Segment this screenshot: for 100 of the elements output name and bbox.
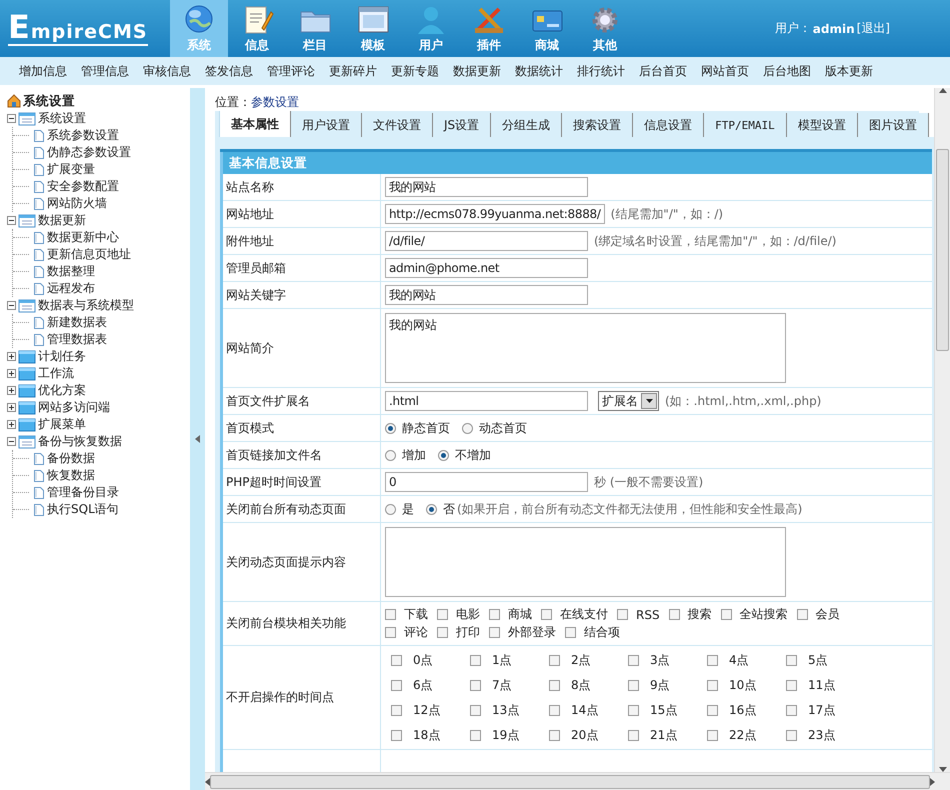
menu-link[interactable]: 数据更新 — [446, 62, 508, 80]
checkbox[interactable] — [549, 680, 560, 690]
checkbox[interactable] — [628, 730, 639, 740]
nav-tab[interactable]: 栏目 — [286, 0, 344, 57]
radio-button[interactable] — [385, 504, 396, 514]
checkbox[interactable] — [628, 704, 639, 716]
checkbox[interactable] — [707, 680, 718, 690]
checkbox[interactable] — [786, 704, 797, 716]
input-field[interactable]: admin@phome.net — [385, 258, 588, 278]
menu-link[interactable]: 后台首页 — [632, 62, 694, 80]
collapse-icon[interactable] — [7, 301, 16, 310]
tree-item[interactable]: 备份与恢复数据 — [38, 433, 122, 450]
tree-item[interactable]: 数据表与系统模型 — [38, 297, 134, 314]
tree-item[interactable]: 伪静态参数设置 — [47, 144, 131, 161]
menu-link[interactable]: 增加信息 — [12, 62, 74, 80]
checkbox[interactable] — [391, 680, 402, 690]
checkbox[interactable] — [707, 730, 718, 740]
tree-item[interactable]: 新建数据表 — [47, 314, 107, 331]
tree-item[interactable]: 远程发布 — [47, 280, 95, 297]
tab[interactable]: 基本属性 — [219, 111, 291, 137]
menu-link[interactable]: 管理信息 — [74, 62, 136, 80]
checkbox[interactable] — [470, 730, 481, 740]
tree-item[interactable]: 网站多访问端 — [38, 399, 110, 416]
input-field[interactable]: 我的网站 — [385, 285, 588, 305]
checkbox[interactable] — [470, 654, 481, 666]
checkbox[interactable] — [437, 609, 448, 620]
checkbox[interactable] — [391, 730, 402, 740]
text-area[interactable]: 我的网站 — [385, 313, 786, 383]
tree-item[interactable]: 系统设置 — [38, 110, 86, 127]
menu-link[interactable]: 审核信息 — [136, 62, 198, 80]
expand-icon[interactable] — [7, 352, 16, 361]
scroll-thumb[interactable] — [936, 149, 949, 351]
text-area[interactable] — [385, 527, 786, 597]
checkbox[interactable] — [786, 730, 797, 740]
nav-tab[interactable]: 其他 — [576, 0, 634, 57]
checkbox[interactable] — [541, 609, 552, 620]
radio-button[interactable] — [462, 422, 473, 434]
input-field[interactable]: 我的网站 — [385, 177, 588, 197]
expand-icon[interactable] — [7, 369, 16, 378]
tree-item[interactable]: 扩展菜单 — [38, 416, 86, 433]
collapse-icon[interactable] — [7, 216, 16, 225]
menu-link[interactable]: 管理评论 — [260, 62, 322, 80]
checkbox[interactable] — [391, 654, 402, 666]
nav-tab[interactable]: 信息 — [228, 0, 286, 57]
expand-icon[interactable] — [7, 403, 16, 412]
collapse-icon[interactable] — [7, 437, 16, 446]
checkbox[interactable] — [385, 627, 396, 638]
checkbox[interactable] — [796, 609, 808, 620]
checkbox[interactable] — [391, 704, 402, 716]
location-link[interactable]: 参数设置 — [251, 94, 299, 110]
checkbox[interactable] — [786, 654, 797, 666]
checkbox[interactable] — [470, 680, 481, 690]
menu-link[interactable]: 数据统计 — [508, 62, 570, 80]
menu-link[interactable]: 网站首页 — [694, 62, 756, 80]
collapse-icon[interactable] — [7, 114, 16, 123]
nav-tab[interactable]: 模板 — [344, 0, 402, 57]
tree-item[interactable]: 执行SQL语句 — [47, 501, 119, 518]
checkbox[interactable] — [549, 654, 560, 666]
tree-item[interactable]: 管理数据表 — [47, 331, 107, 348]
input-field[interactable]: http://ecms078.99yuanma.net:8888/ — [385, 204, 605, 224]
tree-item[interactable]: 网站防火墙 — [47, 195, 107, 212]
nav-tab[interactable]: 商城 — [518, 0, 576, 57]
tree-item[interactable]: 管理备份目录 — [47, 484, 119, 501]
checkbox[interactable] — [707, 704, 718, 716]
menu-link[interactable]: 版本更新 — [818, 62, 880, 80]
logout-link[interactable]: [退出] — [856, 20, 890, 37]
menu-link[interactable]: 签发信息 — [198, 62, 260, 80]
checkbox[interactable] — [628, 654, 639, 666]
tree-item[interactable]: 安全参数配置 — [47, 178, 119, 195]
input-field[interactable]: .html — [385, 391, 588, 411]
horizontal-scrollbar[interactable] — [205, 772, 950, 790]
expand-icon[interactable] — [7, 420, 16, 429]
menu-link[interactable]: 后台地图 — [756, 62, 818, 80]
checkbox[interactable] — [707, 654, 718, 666]
checkbox[interactable] — [720, 609, 732, 620]
nav-tab[interactable]: 用户 — [402, 0, 460, 57]
checkbox[interactable] — [628, 680, 639, 690]
nav-tab[interactable]: 插件 — [460, 0, 518, 57]
tree-item[interactable]: 数据更新 — [38, 212, 86, 229]
tree-item[interactable]: 工作流 — [38, 365, 74, 382]
tree-item[interactable]: 计划任务 — [38, 348, 86, 365]
checkbox[interactable] — [786, 680, 797, 690]
collapse-arrow-icon[interactable] — [195, 435, 200, 443]
radio-button[interactable] — [438, 450, 449, 460]
checkbox[interactable] — [565, 627, 576, 638]
menu-link[interactable]: 排行统计 — [570, 62, 632, 80]
tree-item[interactable]: 更新信息页地址 — [47, 246, 131, 263]
checkbox[interactable] — [385, 609, 396, 620]
checkbox[interactable] — [489, 609, 500, 620]
expand-icon[interactable] — [7, 386, 16, 395]
vertical-scrollbar[interactable] — [934, 88, 950, 772]
checkbox[interactable] — [668, 609, 680, 620]
checkbox[interactable] — [549, 730, 560, 740]
checkbox[interactable] — [437, 627, 448, 638]
tree-item[interactable]: 数据更新中心 — [47, 229, 119, 246]
tree-item[interactable]: 备份数据 — [47, 450, 95, 467]
tree-item[interactable]: 系统参数设置 — [47, 127, 119, 144]
checkbox[interactable] — [489, 627, 500, 638]
checkbox[interactable] — [470, 704, 481, 716]
tree-item[interactable]: 数据整理 — [47, 263, 95, 280]
